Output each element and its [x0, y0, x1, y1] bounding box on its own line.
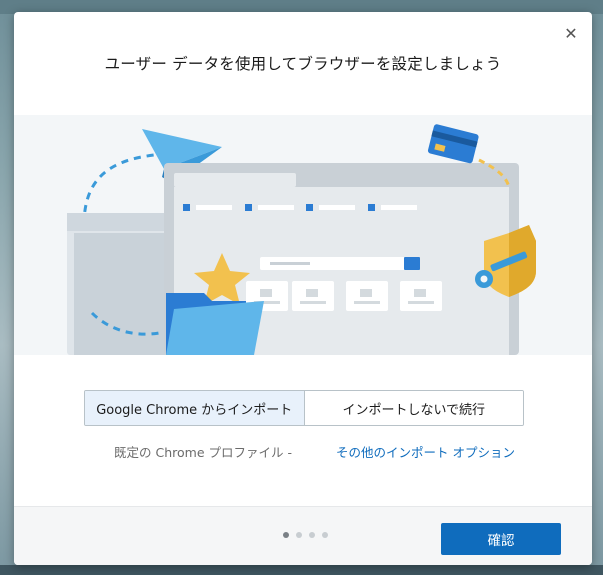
continue-without-import-button[interactable]: インポートしないで続行	[304, 391, 523, 425]
more-import-options-link[interactable]: その他のインポート オプション	[336, 442, 515, 461]
profile-row: 既定の Chrome プロファイル - その他のインポート オプション	[14, 442, 592, 462]
illustration-svg	[67, 124, 536, 355]
credit-card-icon	[427, 124, 479, 164]
close-icon: ✕	[564, 23, 578, 43]
import-choice-group: Google Chrome からインポート インポートしないで続行	[84, 390, 524, 426]
background-taskbar-strip	[0, 565, 603, 575]
page-dot	[283, 532, 289, 538]
close-button[interactable]: ✕	[560, 22, 582, 44]
page-dot	[322, 532, 328, 538]
import-illustration	[14, 115, 592, 355]
page-dot	[309, 532, 315, 538]
dialog-footer: 確認	[14, 506, 592, 565]
import-from-chrome-button[interactable]: Google Chrome からインポート	[85, 391, 305, 425]
default-profile-label: 既定の Chrome プロファイル -	[114, 445, 292, 460]
background-tab-fragment	[0, 36, 12, 50]
page-dot	[296, 532, 302, 538]
setup-dialog: ✕ ユーザー データを使用してブラウザーを設定しましょう Google Chro…	[14, 12, 592, 565]
dialog-title: ユーザー データを使用してブラウザーを設定しましょう	[104, 55, 502, 73]
confirm-button[interactable]: 確認	[441, 523, 561, 555]
page-indicator	[283, 532, 328, 538]
